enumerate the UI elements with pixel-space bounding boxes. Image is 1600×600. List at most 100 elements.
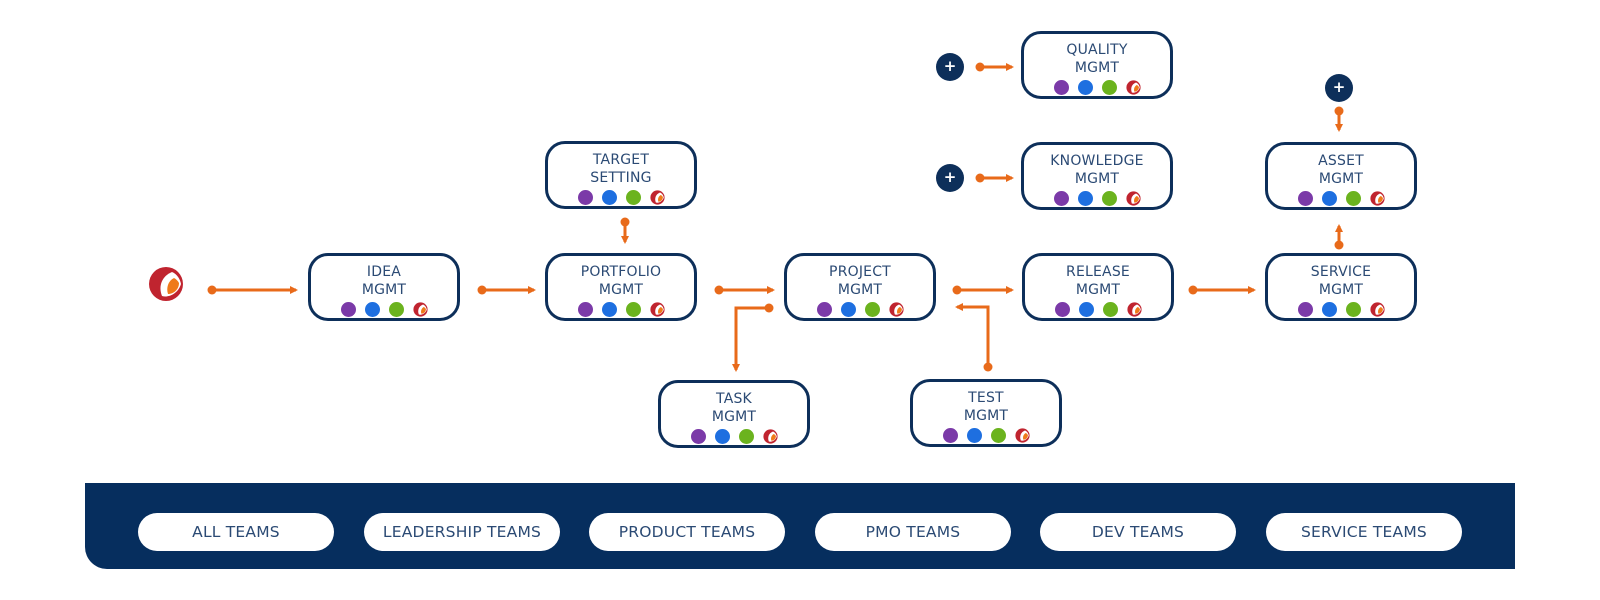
blue-team-dot-icon — [966, 428, 982, 443]
node-knowledge-mgmt[interactable]: KNOWLEDGE MGMT — [1021, 142, 1173, 210]
brand-team-icon — [1369, 191, 1385, 206]
purple-team-dot-icon — [1054, 302, 1070, 317]
purple-team-dot-icon — [1053, 80, 1069, 95]
connector-idea-portfolio — [477, 285, 536, 295]
node-target-setting[interactable]: TARGET SETTING — [545, 141, 697, 209]
node-title: PORTFOLIO — [580, 264, 662, 280]
connector-start-idea — [207, 285, 298, 295]
node-task-mgmt[interactable]: TASK MGMT — [658, 380, 810, 448]
team-dots — [661, 429, 807, 444]
green-team-dot-icon — [1101, 191, 1117, 206]
add-knowledge-button[interactable]: + — [936, 164, 964, 192]
connector-add-knowledge — [975, 173, 1014, 183]
plus-icon: + — [943, 57, 957, 75]
team-button-service[interactable]: SERVICE TEAMS — [1266, 513, 1462, 551]
connector-test-project — [955, 303, 993, 372]
purple-team-dot-icon — [577, 302, 593, 317]
team-dots — [1024, 191, 1170, 206]
add-asset-button[interactable]: + — [1325, 74, 1353, 102]
node-title: ASSET — [1318, 153, 1364, 169]
node-project-mgmt[interactable]: PROJECT MGMT — [784, 253, 936, 321]
workflow-diagram: + + + IDEA MGMT TARGET SETTING PORTFOLIO… — [0, 0, 1600, 600]
node-subtitle: MGMT — [1318, 282, 1364, 298]
green-team-dot-icon — [1101, 80, 1117, 95]
node-test-mgmt[interactable]: TEST MGMT — [910, 379, 1062, 447]
green-team-dot-icon — [864, 302, 880, 317]
node-title: KNOWLEDGE — [1050, 153, 1144, 169]
node-release-mgmt[interactable]: RELEASE MGMT — [1022, 253, 1174, 321]
blue-team-dot-icon — [840, 302, 856, 317]
team-dots — [311, 302, 457, 317]
brand-team-icon — [1125, 191, 1141, 206]
green-team-dot-icon — [990, 428, 1006, 443]
team-dots — [913, 428, 1059, 443]
teams-bar: ALL TEAMS LEADERSHIP TEAMS PRODUCT TEAMS… — [85, 483, 1515, 569]
node-subtitle: SETTING — [590, 170, 652, 186]
green-team-dot-icon — [1345, 302, 1361, 317]
team-dots — [1268, 191, 1414, 206]
add-quality-button[interactable]: + — [936, 53, 964, 81]
blue-team-dot-icon — [1077, 191, 1093, 206]
node-title: TASK — [716, 391, 752, 407]
purple-team-dot-icon — [577, 190, 593, 205]
purple-team-dot-icon — [1297, 191, 1313, 206]
node-subtitle: MGMT — [598, 282, 644, 298]
node-subtitle: MGMT — [1074, 60, 1120, 76]
node-title: PROJECT — [829, 264, 891, 280]
node-subtitle: MGMT — [837, 282, 883, 298]
blue-team-dot-icon — [1078, 302, 1094, 317]
connector-portfolio-project — [714, 285, 775, 295]
node-portfolio-mgmt[interactable]: PORTFOLIO MGMT — [545, 253, 697, 321]
node-subtitle: MGMT — [361, 282, 407, 298]
connector-add-quality — [975, 62, 1014, 72]
brand-team-icon — [1014, 428, 1030, 443]
green-team-dot-icon — [625, 190, 641, 205]
team-dots — [787, 302, 933, 317]
plus-icon: + — [1332, 78, 1346, 96]
team-dots — [1268, 302, 1414, 317]
green-team-dot-icon — [625, 302, 641, 317]
blue-team-dot-icon — [601, 302, 617, 317]
purple-team-dot-icon — [1297, 302, 1313, 317]
team-dots — [1024, 80, 1170, 95]
blue-team-dot-icon — [1077, 80, 1093, 95]
connector-project-task — [732, 303, 774, 372]
node-idea-mgmt[interactable]: IDEA MGMT — [308, 253, 460, 321]
node-title: QUALITY — [1066, 42, 1128, 58]
green-team-dot-icon — [388, 302, 404, 317]
team-button-all[interactable]: ALL TEAMS — [138, 513, 334, 551]
blue-team-dot-icon — [714, 429, 730, 444]
node-subtitle: MGMT — [1074, 171, 1120, 187]
purple-team-dot-icon — [340, 302, 356, 317]
green-team-dot-icon — [738, 429, 754, 444]
team-dots — [1025, 302, 1171, 317]
connector-release-service — [1188, 285, 1256, 295]
team-button-leadership[interactable]: LEADERSHIP TEAMS — [364, 513, 560, 551]
node-quality-mgmt[interactable]: QUALITY MGMT — [1021, 31, 1173, 99]
plus-icon: + — [943, 168, 957, 186]
connector-service-asset — [1334, 224, 1344, 250]
green-team-dot-icon — [1345, 191, 1361, 206]
brand-team-icon — [412, 302, 428, 317]
brand-team-icon — [888, 302, 904, 317]
purple-team-dot-icon — [942, 428, 958, 443]
node-title: TARGET — [592, 152, 650, 168]
node-title: IDEA — [366, 264, 402, 280]
team-button-product[interactable]: PRODUCT TEAMS — [589, 513, 785, 551]
team-dots — [548, 302, 694, 317]
blue-team-dot-icon — [1321, 191, 1337, 206]
node-asset-mgmt[interactable]: ASSET MGMT — [1265, 142, 1417, 210]
node-title: SERVICE — [1310, 264, 1372, 280]
team-button-dev[interactable]: DEV TEAMS — [1040, 513, 1236, 551]
blue-team-dot-icon — [1321, 302, 1337, 317]
brand-team-icon — [1125, 80, 1141, 95]
node-subtitle: MGMT — [1075, 282, 1121, 298]
node-service-mgmt[interactable]: SERVICE MGMT — [1265, 253, 1417, 321]
blue-team-dot-icon — [601, 190, 617, 205]
node-subtitle: MGMT — [1318, 171, 1364, 187]
blue-team-dot-icon — [364, 302, 380, 317]
connector-add-asset — [1334, 106, 1344, 132]
purple-team-dot-icon — [690, 429, 706, 444]
connector-project-release — [952, 285, 1014, 295]
team-button-pmo[interactable]: PMO TEAMS — [815, 513, 1011, 551]
